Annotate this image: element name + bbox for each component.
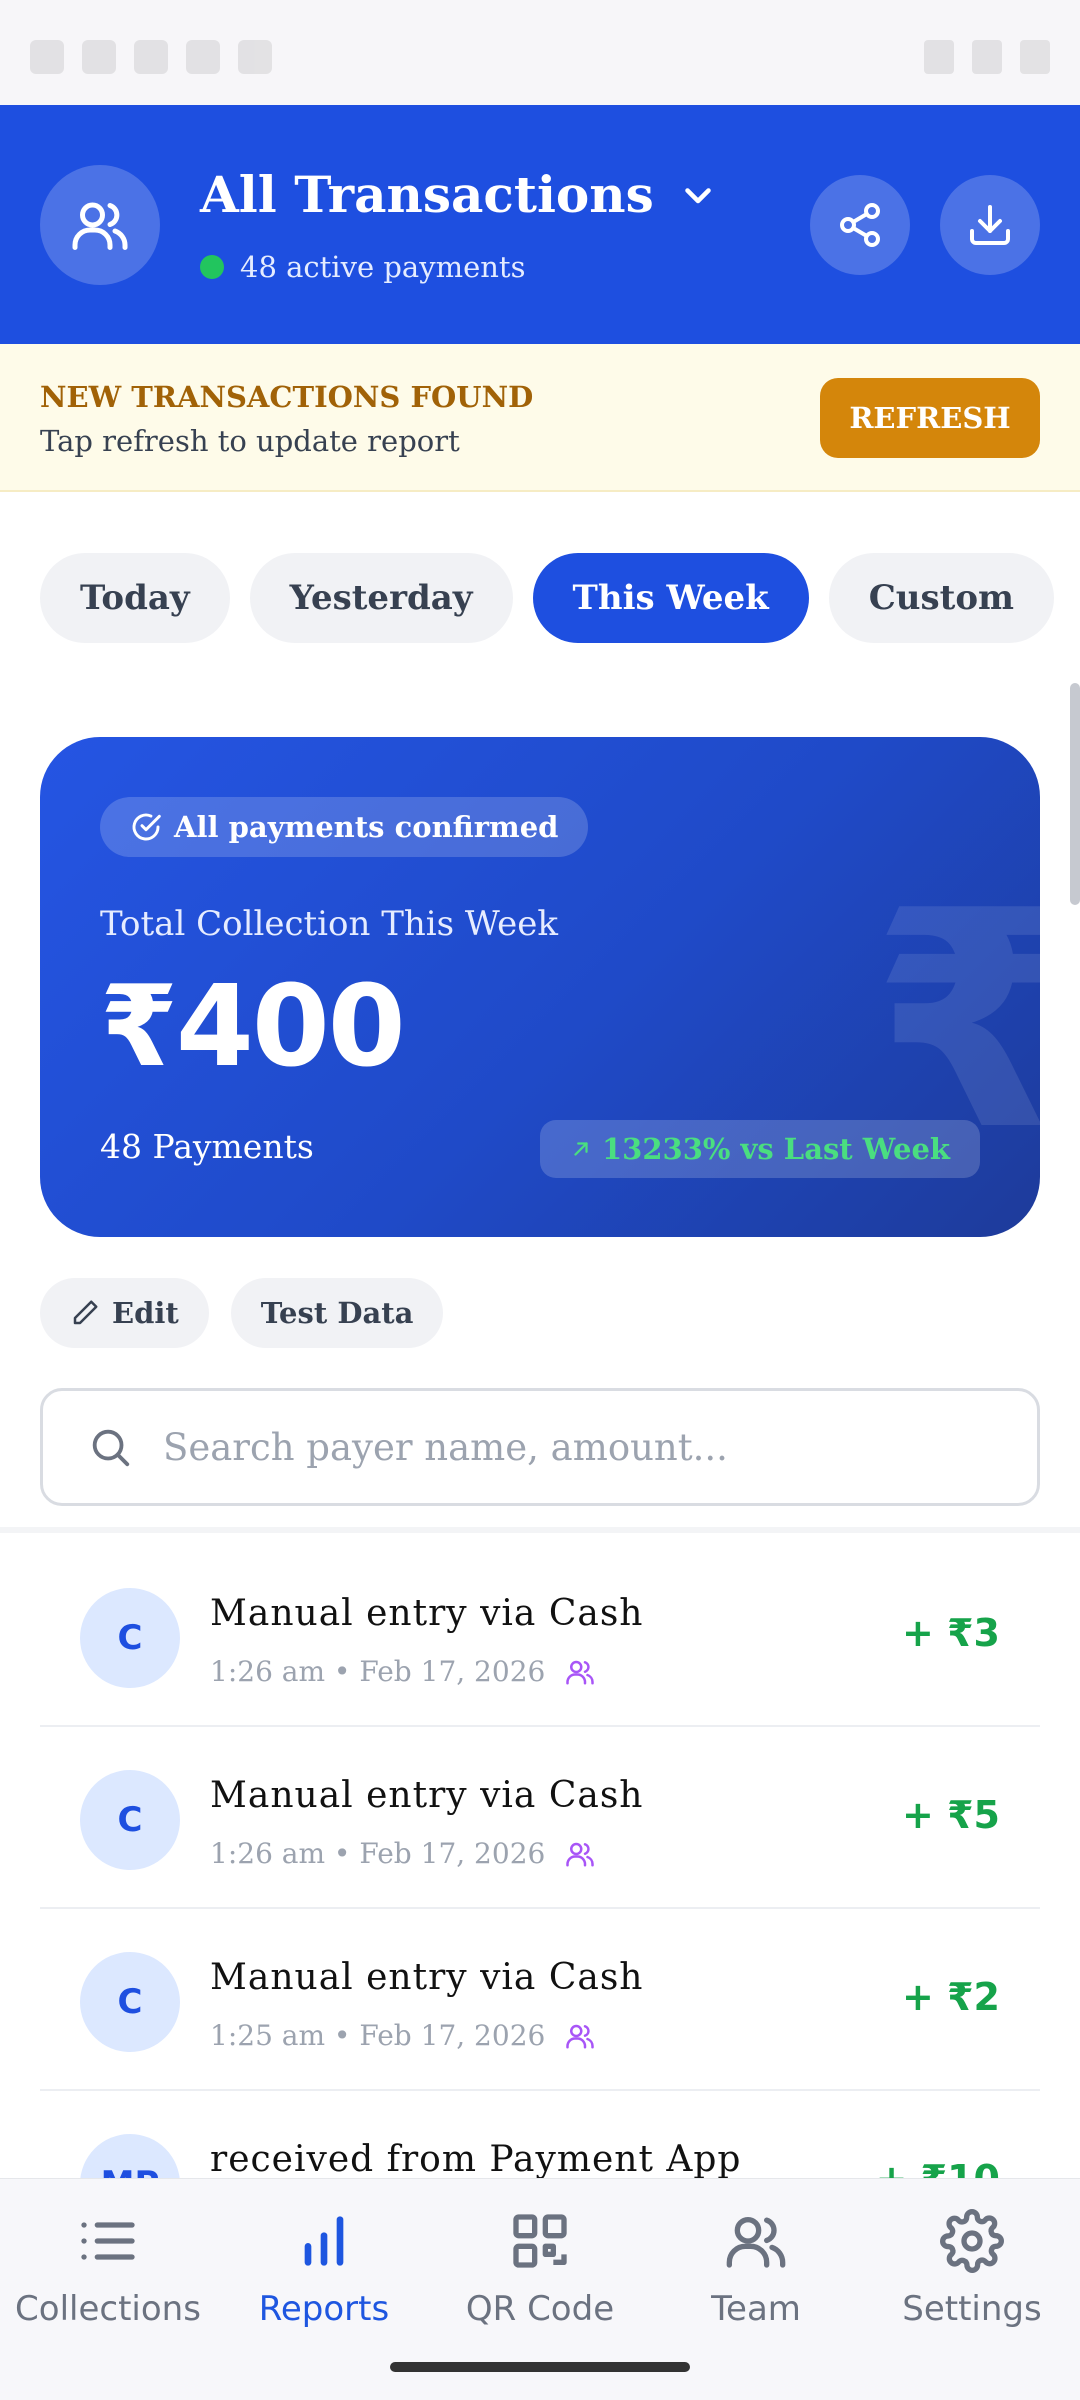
transaction-row[interactable]: C Manual entry via Cash 1:25 am • Feb 17… xyxy=(40,1909,1040,2091)
nav-label-reports: Reports xyxy=(258,2289,390,2329)
transaction-amount: + ₹3 xyxy=(902,1611,1000,1655)
confirmed-badge: All payments confirmed xyxy=(100,797,589,857)
chevron-down-icon xyxy=(685,187,711,203)
trend-badge: 13233% vs Last Week xyxy=(539,1120,980,1178)
home-indicator[interactable] xyxy=(390,2362,690,2372)
payer-avatar: C xyxy=(80,1952,180,2052)
group-avatar-button[interactable] xyxy=(40,165,160,285)
search-icon xyxy=(92,1429,130,1467)
qr-code-icon xyxy=(513,2214,567,2268)
team-icon xyxy=(566,2024,595,2048)
share-button[interactable] xyxy=(810,175,910,275)
transaction-list: C Manual entry via Cash 1:26 am • Feb 17… xyxy=(40,1545,1040,2180)
status-icons-left xyxy=(30,40,272,74)
transaction-title: Manual entry via Cash xyxy=(210,1593,644,1634)
transaction-time: 1:26 am • Feb 17, 2026 xyxy=(210,1837,546,1870)
share-icon xyxy=(840,203,880,247)
nav-label-qr-code: QR Code xyxy=(465,2289,615,2329)
status-icons-right xyxy=(924,40,1050,74)
transaction-meta: 1:25 am • Feb 17, 2026 xyxy=(210,2019,595,2052)
new-transactions-banner: NEW TRANSACTIONS FOUND Tap refresh to up… xyxy=(0,344,1080,492)
nav-item-collections[interactable]: Collections xyxy=(0,2209,216,2329)
payer-avatar: MP xyxy=(80,2134,180,2180)
filter-chip-custom[interactable]: Custom xyxy=(828,553,1054,643)
trend-label: 13233% vs Last Week xyxy=(601,1132,950,1166)
scrollbar[interactable] xyxy=(1070,683,1080,905)
check-circle-icon xyxy=(132,813,161,841)
banner-subtitle: Tap refresh to update report xyxy=(40,424,460,458)
users-icon xyxy=(72,202,128,250)
payer-avatar: C xyxy=(80,1770,180,1870)
download-icon xyxy=(970,205,1010,245)
nav-label-team: Team xyxy=(711,2289,801,2329)
filter-chip-this-week[interactable]: This Week xyxy=(532,553,809,643)
nav-label-settings: Settings xyxy=(902,2289,1042,2329)
total-collection-label: Total Collection This Week xyxy=(100,904,558,944)
team-icon xyxy=(566,1660,595,1684)
team-icon xyxy=(566,1842,595,1866)
total-collection-amount: ₹400 xyxy=(100,962,406,1092)
status-dot xyxy=(200,255,224,279)
users-icon xyxy=(726,2217,786,2268)
transaction-row[interactable]: C Manual entry via Cash 1:26 am • Feb 17… xyxy=(40,1727,1040,1909)
transaction-title: Manual entry via Cash xyxy=(210,1775,644,1816)
banner-title: NEW TRANSACTIONS FOUND xyxy=(40,380,534,414)
transaction-title: Manual entry via Cash xyxy=(210,1957,644,1998)
bar-chart-icon xyxy=(304,2216,344,2266)
action-chips: Edit Test Data xyxy=(40,1278,444,1348)
edit-label: Edit xyxy=(112,1296,179,1330)
active-payments-label: 48 active payments xyxy=(240,250,526,284)
nav-item-settings[interactable]: Settings xyxy=(864,2209,1080,2329)
refresh-button[interactable]: REFRESH xyxy=(820,378,1040,458)
status-bar xyxy=(0,0,1080,105)
transaction-amount: + ₹10 xyxy=(875,2157,1000,2180)
test-data-button[interactable]: Test Data xyxy=(230,1278,444,1348)
transaction-time: 1:26 am • Feb 17, 2026 xyxy=(210,1655,546,1688)
transaction-row[interactable]: MP received from Payment App + ₹10 xyxy=(40,2091,1040,2180)
active-payments-status: 48 active payments xyxy=(200,250,525,284)
nav-label-collections: Collections xyxy=(15,2289,201,2329)
filter-chip-yesterday[interactable]: Yesterday xyxy=(249,553,513,643)
date-filter-chips: Today Yesterday This Week Custom xyxy=(40,553,1054,643)
account-selector[interactable]: All Transactions xyxy=(200,165,716,224)
nav-item-team[interactable]: Team xyxy=(648,2209,864,2329)
nav-item-reports[interactable]: Reports xyxy=(216,2209,432,2329)
transaction-time: 1:25 am • Feb 17, 2026 xyxy=(210,2019,546,2052)
transaction-meta: 1:26 am • Feb 17, 2026 xyxy=(210,1655,595,1688)
transaction-amount: + ₹2 xyxy=(902,1975,1000,2019)
summary-card: ₹ All payments confirmed Total Collectio… xyxy=(40,737,1040,1237)
search-box xyxy=(40,1388,1040,1506)
search-input[interactable] xyxy=(163,1425,983,1469)
transaction-title: received from Payment App xyxy=(210,2139,742,2180)
transaction-amount: + ₹5 xyxy=(902,1793,1000,1837)
transaction-row[interactable]: C Manual entry via Cash 1:26 am • Feb 17… xyxy=(40,1545,1040,1727)
page-title: All Transactions xyxy=(200,165,654,224)
transaction-meta: 1:26 am • Feb 17, 2026 xyxy=(210,1837,595,1870)
confirmed-badge-label: All payments confirmed xyxy=(174,810,559,844)
trend-up-icon xyxy=(574,1142,588,1156)
payer-avatar: C xyxy=(80,1588,180,1688)
app-header: All Transactions 48 active payments xyxy=(0,105,1080,344)
download-button[interactable] xyxy=(940,175,1040,275)
section-divider xyxy=(0,1527,1080,1533)
edit-button[interactable]: Edit xyxy=(40,1278,209,1348)
payments-count: 48 Payments xyxy=(100,1127,314,1166)
nav-item-qr-code[interactable]: QR Code xyxy=(432,2209,648,2329)
filter-chip-today[interactable]: Today xyxy=(40,553,230,643)
test-data-label: Test Data xyxy=(260,1296,414,1330)
gear-icon xyxy=(940,2209,1004,2273)
list-icon xyxy=(81,2222,135,2260)
pencil-icon xyxy=(73,1300,98,1325)
